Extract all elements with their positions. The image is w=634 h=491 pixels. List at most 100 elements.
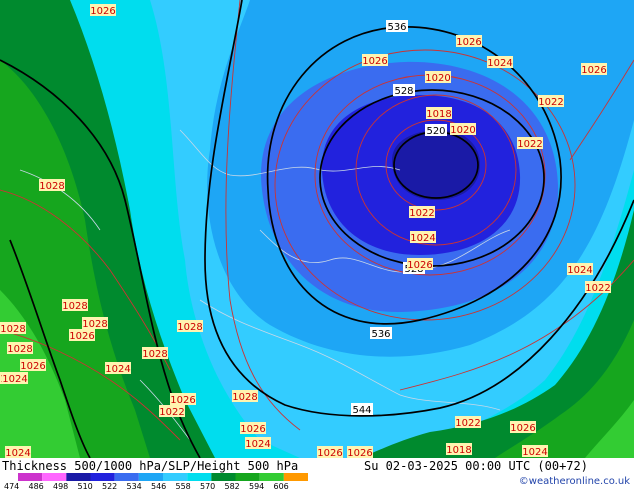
slp-label-text: 1028 [0,324,25,335]
slp-label-text: 1022 [409,208,434,219]
thickness-map: 536 528 520 528 536 544 1026102610261024… [0,0,634,458]
slp-label-text: 1026 [240,424,265,435]
legend-swatch [187,473,212,481]
slp-label: 1026 [362,54,388,67]
height-label: 536 [386,20,408,33]
legend-swatch [283,473,308,481]
slp-label: 1026 [510,421,536,434]
slp-label-text: 1026 [362,56,387,67]
slp-label: 1026 [347,446,373,458]
slp-label: 1028 [7,342,33,355]
slp-label: 1026 [407,258,433,271]
slp-label-text: 1024 [567,265,592,276]
height-label: 520 [425,124,447,137]
legend-swatch [18,473,43,481]
slp-label-text: 1028 [82,319,107,330]
slp-label: 1022 [409,206,435,219]
slp-label-text: 1022 [517,139,542,150]
slp-label: 1024 [410,231,436,244]
slp-label: 1028 [232,390,258,403]
slp-label: 1024 [245,437,271,450]
credit-link[interactable]: ©weatheronline.co.uk [519,476,630,487]
slp-label-text: 1022 [159,407,184,418]
slp-label: 1024 [105,362,131,375]
slp-label: 1024 [522,445,548,458]
slp-label: 1026 [240,422,266,435]
svg-text:536: 536 [387,22,406,33]
slp-label-text: 1026 [347,448,372,458]
slp-label: 1022 [517,137,543,150]
map-title: Thickness 500/1000 hPa/SLP/Height 500 hP… [2,459,299,473]
slp-label: 1018 [426,107,452,120]
slp-label: 1026 [90,4,116,17]
slp-label-text: 1018 [446,445,471,456]
slp-label: 1020 [450,123,476,136]
slp-label: 1026 [317,446,343,458]
legend-swatch [138,473,163,481]
legend-swatch [66,473,91,481]
slp-label: 1028 [82,317,108,330]
slp-label-text: 1026 [407,260,432,271]
slp-label-text: 1026 [69,331,94,342]
slp-label: 1022 [455,416,481,429]
legend-swatch [90,473,115,481]
map-footer: Thickness 500/1000 hPa/SLP/Height 500 hP… [0,458,634,491]
slp-label: 1028 [142,347,168,360]
slp-label-text: 1026 [90,6,115,17]
legend-swatch [114,473,139,481]
slp-label-text: 1018 [426,109,451,120]
slp-label: 1028 [0,322,26,335]
svg-text:536: 536 [371,329,390,340]
svg-text:528: 528 [394,86,413,97]
valid-datetime: Su 02-03-2025 00:00 UTC (00+72) [364,459,588,473]
svg-text:520: 520 [426,126,445,137]
slp-label: 1026 [20,359,46,372]
slp-label: 1024 [2,372,28,385]
slp-label: 1022 [538,95,564,108]
slp-label-text: 1028 [232,392,257,403]
height-label: 544 [351,403,373,416]
legend-swatch [259,473,284,481]
slp-label: 1028 [177,320,203,333]
legend-swatch [235,473,260,481]
slp-label-text: 1028 [39,181,64,192]
slp-label-text: 1028 [177,322,202,333]
slp-label-text: 1028 [62,301,87,312]
slp-label: 1018 [446,443,472,456]
slp-label: 1022 [159,405,185,418]
slp-label-text: 1020 [450,125,475,136]
slp-label: 1020 [425,71,451,84]
slp-label-text: 1028 [7,344,32,355]
height-label: 528 [393,84,415,97]
svg-text:544: 544 [352,405,371,416]
slp-label: 1026 [456,35,482,48]
slp-label: 1024 [5,446,31,458]
slp-label-text: 1024 [5,448,30,458]
slp-label-text: 1024 [2,374,27,385]
slp-label-text: 1024 [245,439,270,450]
slp-label-text: 1022 [585,283,610,294]
weather-map-panel: 536 528 520 528 536 544 1026102610261024… [0,0,634,491]
legend-swatch [163,473,188,481]
slp-label-text: 1026 [456,37,481,48]
slp-label-text: 1024 [105,364,130,375]
slp-label-text: 1020 [425,73,450,84]
thickness-band-498 [392,130,480,200]
slp-label-text: 1028 [142,349,167,360]
height-label: 536 [370,327,392,340]
slp-label-text: 1026 [170,395,195,406]
slp-label-text: 1026 [581,65,606,76]
slp-label: 1024 [567,263,593,276]
slp-label: 1028 [62,299,88,312]
slp-label: 1026 [69,329,95,342]
slp-label: 1026 [170,393,196,406]
slp-label: 1022 [585,281,611,294]
thickness-legend [18,473,308,481]
legend-swatch [42,473,67,481]
slp-label-text: 1026 [510,423,535,434]
slp-label-text: 1024 [487,58,512,69]
slp-label-text: 1024 [522,447,547,458]
slp-label-text: 1026 [317,448,342,458]
slp-label: 1026 [581,63,607,76]
slp-label-text: 1024 [410,233,435,244]
